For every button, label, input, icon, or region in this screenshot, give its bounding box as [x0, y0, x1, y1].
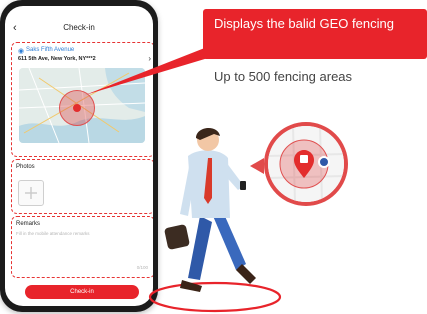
person-illustration: [164, 127, 256, 292]
callout-text: Displays the balid GEO fencing: [214, 16, 394, 31]
geofence-zoom: [264, 122, 348, 206]
subtitle: Up to 500 fencing areas: [214, 69, 353, 84]
zoom-pointer: [250, 158, 264, 174]
zoom-map: [268, 126, 344, 202]
callout-box: Displays the balid GEO fencing: [203, 9, 427, 59]
